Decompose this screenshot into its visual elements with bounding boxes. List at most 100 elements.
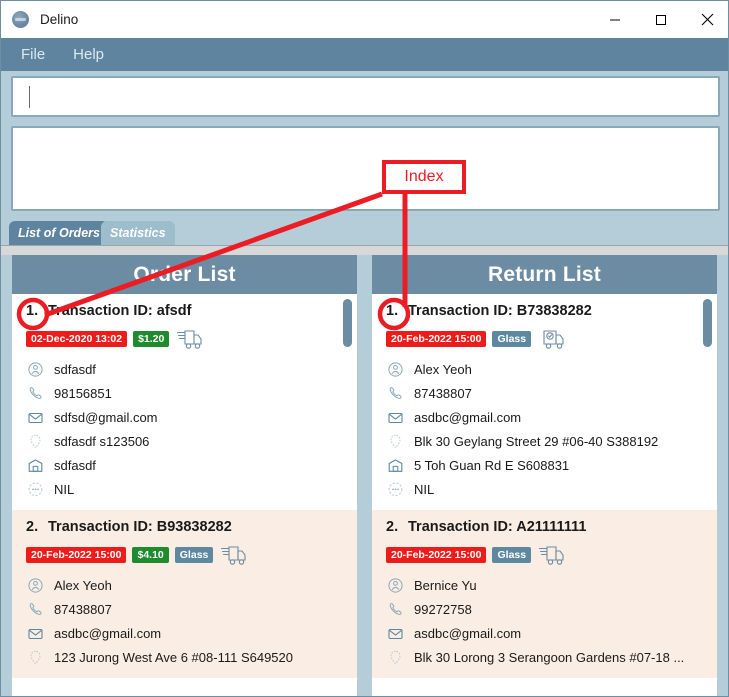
command-input[interactable] [11,76,720,117]
email-icon [26,626,45,641]
order-card-badges: 02-Dec-2020 13:02 $1.20 [26,328,345,350]
minimize-button[interactable] [592,1,638,38]
return-truck-icon [539,329,565,350]
location-icon [386,434,405,449]
list-item: NIL [26,477,345,501]
list-item-text: asdbc@gmail.com [414,409,522,425]
list-item-text: 123 Jurong West Ave 6 #08-111 S649520 [54,649,293,665]
order-list-scrollbar[interactable] [343,299,352,689]
order-card-title: 1. Transaction ID: afsdf [26,303,345,319]
list-item-text: asdbc@gmail.com [414,625,522,641]
list-item: asdbc@gmail.com [386,405,705,429]
list-item-text: sdfasdf [54,457,96,473]
return-card-badges: 20-Feb-2022 15:00 Glass [386,328,705,350]
return-list-panel: Return List 1. Transaction ID: B73838282… [372,255,717,696]
warehouse-icon [26,458,45,473]
date-badge: 20-Feb-2022 15:00 [26,546,127,564]
item-tag-badge: Glass [174,546,214,564]
return-list-body: 1. Transaction ID: B73838282 20-Feb-2022… [372,294,717,696]
list-item: sdfsd@gmail.com [26,405,345,429]
tab-content-panel: Order List 1. Transaction ID: afsdf 02-D… [1,245,728,696]
list-item: 87438807 [26,597,345,621]
application-window: Delino File Help List of Orders Statisti… [0,0,729,697]
phone-icon [386,386,405,401]
person-icon [386,577,405,593]
order-card-badges: 20-Feb-2022 15:00 $4.10 Glass [26,544,345,566]
close-button[interactable] [684,1,728,38]
list-item: sdfasdf [26,453,345,477]
menu-item-file[interactable]: File [11,43,55,66]
text-caret [29,85,30,108]
order-card[interactable]: 1. Transaction ID: afsdf 02-Dec-2020 13:… [12,294,357,510]
order-card-title: 2. Transaction ID: B93838282 [26,519,345,535]
list-item-text: asdbc@gmail.com [54,625,162,641]
window-title: Delino [40,12,79,27]
menu-item-help[interactable]: Help [63,43,114,66]
delivery-truck-icon [221,545,247,566]
tab-statistics[interactable]: Statistics [101,221,175,245]
order-list-title: Order List [12,255,357,294]
return-card-transaction-id: Transaction ID: B73838282 [408,303,592,319]
list-item: 123 Jurong West Ave 6 #08-111 S649520 [26,645,345,669]
maximize-icon [656,14,666,25]
tab-strip: List of Orders Statistics [1,219,728,245]
list-item: Alex Yeoh [386,357,705,381]
order-card-transaction-id: Transaction ID: B93838282 [48,519,232,535]
list-item: sdfasdf [26,357,345,381]
list-item-text: sdfsd@gmail.com [54,409,158,425]
phone-icon [26,386,45,401]
title-bar: Delino [1,1,728,38]
order-list-scrollbar-thumb[interactable] [343,299,352,347]
return-card-title: 1. Transaction ID: B73838282 [386,303,705,319]
return-card[interactable]: 2. Transaction ID: A21111111 20-Feb-2022… [372,510,717,678]
phone-icon [386,602,405,617]
warehouse-icon [386,458,405,473]
order-card-index: 2. [26,519,39,535]
menu-bar: File Help [1,38,728,71]
date-badge: 20-Feb-2022 15:00 [386,330,487,348]
list-item-text: Blk 30 Geylang Street 29 #06-40 S388192 [414,433,659,449]
list-item-text: Alex Yeoh [54,577,112,593]
person-icon [26,577,45,593]
list-item-text: NIL [54,481,75,497]
list-item: 99272758 [386,597,705,621]
item-tag-badge: Glass [492,546,532,564]
phone-icon [26,602,45,617]
item-tag-badge: Glass [492,330,532,348]
return-card-index: 1. [386,303,399,319]
list-item-text: 5 Toh Guan Rd E S608831 [414,457,570,473]
list-item: Blk 30 Lorong 3 Serangoon Gardens #07-18… [386,645,705,669]
list-item-text: Bernice Yu [414,577,477,593]
return-list-scrollbar[interactable] [703,299,712,689]
email-icon [386,626,405,641]
list-item: NIL [386,477,705,501]
return-card-title: 2. Transaction ID: A21111111 [386,519,705,535]
return-list-scrollbar-thumb[interactable] [703,299,712,347]
list-item: asdbc@gmail.com [386,621,705,645]
window-controls [592,1,728,38]
comment-icon [26,482,45,497]
main-body: List of Orders Statistics Order List 1. … [1,71,728,696]
list-item: Alex Yeoh [26,573,345,597]
minimize-icon [610,19,620,20]
list-item: 5 Toh Guan Rd E S608831 [386,453,705,477]
order-list-body: 1. Transaction ID: afsdf 02-Dec-2020 13:… [12,294,357,696]
date-badge: 20-Feb-2022 15:00 [386,546,487,564]
maximize-button[interactable] [638,1,684,38]
order-list-panel: Order List 1. Transaction ID: afsdf 02-D… [12,255,357,696]
tab-list-of-orders[interactable]: List of Orders [9,221,109,245]
location-icon [26,434,45,449]
delivery-truck-icon [177,329,203,350]
price-badge: $4.10 [132,546,169,564]
delivery-truck-icon [539,545,565,566]
return-card-badges: 20-Feb-2022 15:00 Glass [386,544,705,566]
order-card-index: 1. [26,303,39,319]
return-card[interactable]: 1. Transaction ID: B73838282 20-Feb-2022… [372,294,717,510]
location-icon [26,650,45,665]
list-item-text: Blk 30 Lorong 3 Serangoon Gardens #07-18… [414,649,685,665]
return-card-transaction-id: Transaction ID: A21111111 [408,519,587,535]
result-display-box [11,126,720,211]
list-item-text: sdfasdf [54,361,96,377]
list-item: sdfasdf s123506 [26,429,345,453]
order-card[interactable]: 2. Transaction ID: B93838282 20-Feb-2022… [12,510,357,678]
